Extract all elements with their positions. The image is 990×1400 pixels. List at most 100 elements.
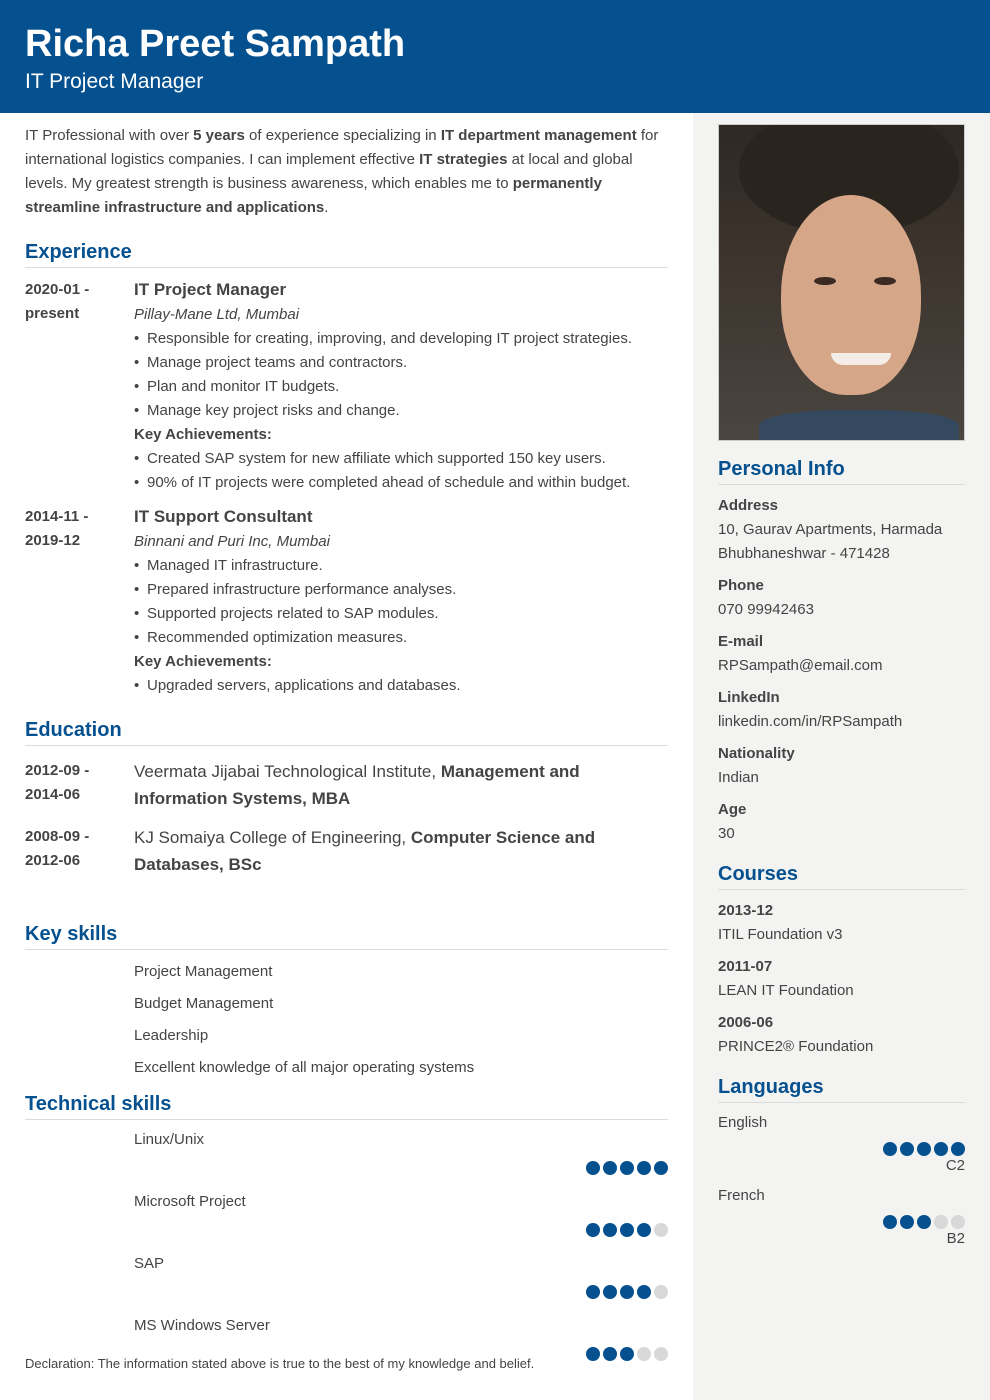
- job-title: IT Project Manager: [134, 280, 287, 299]
- technical-skill-name: Microsoft Project: [134, 1193, 246, 1210]
- education-list: 2012-09 - 2014-06 Veermata Jijabai Technol…: [25, 758, 668, 878]
- experience-heading: Experience: [25, 240, 668, 268]
- date-start: 2020-01 -: [25, 281, 90, 298]
- technical-skills-heading: Technical skills: [25, 1092, 668, 1120]
- technical-skill-item: Linux/Unix: [134, 1128, 668, 1175]
- date-end: present: [25, 305, 80, 322]
- key-achievements-label: Key Achievements:: [134, 653, 272, 670]
- photo-eye-left: [814, 277, 836, 285]
- info-label: LinkedIn: [718, 689, 780, 706]
- technical-skill-item: MS Windows Server: [134, 1314, 668, 1361]
- achievements-list: Created SAP system for new affiliate whi…: [134, 447, 668, 495]
- key-achievements-label: Key Achievements:: [134, 426, 272, 443]
- rating-dot-filled: [586, 1347, 600, 1361]
- rating-dot-filled: [603, 1161, 617, 1175]
- resume-header: Richa Preet Sampath IT Project Manager: [0, 0, 990, 113]
- courses-heading: Courses: [718, 862, 965, 890]
- date-start: 2008-09 -: [25, 828, 90, 845]
- summary-text: IT Professional with over: [25, 127, 194, 144]
- courses-list: 2013-12 ITIL Foundation v3 2011-07 LEAN IT …: [718, 899, 965, 1059]
- rating-dot-empty: [637, 1347, 651, 1361]
- responsibilities-list: Responsible for creating, improving, and…: [134, 327, 668, 423]
- course-date: 2011-07: [718, 958, 773, 975]
- responsibility-item: Plan and monitor IT budgets.: [134, 375, 668, 399]
- photo-smile: [831, 353, 891, 365]
- rating-dot-filled: [586, 1223, 600, 1237]
- candidate-title: IT Project Manager: [25, 70, 204, 93]
- date-start: 2012-09 -: [25, 762, 90, 779]
- rating-dot-filled: [654, 1161, 668, 1175]
- sidebar: Personal Info Address 10, Gaurav Apartmen…: [693, 113, 990, 1400]
- language-item: French B2: [718, 1184, 965, 1249]
- rating-dot-filled: [637, 1285, 651, 1299]
- responsibility-item: Managed IT infrastructure.: [134, 554, 668, 578]
- course-date: 2006-06: [718, 1014, 774, 1031]
- experience-entry: 2014-11 - 2019-12 IT Support Consultant Bin…: [25, 505, 668, 698]
- experience-body: IT Project Manager Pillay-Mane Ltd, Mumba…: [134, 278, 668, 495]
- key-skills-list: Project Management Budget Management Leade…: [25, 956, 668, 1084]
- achievement-item: Created SAP system for new affiliate whi…: [134, 447, 668, 471]
- experience-entry: 2020-01 - present IT Project Manager Pillay…: [25, 278, 668, 495]
- photo-eye-right: [874, 277, 896, 285]
- rating-dot-filled: [620, 1347, 634, 1361]
- date-end: 2012-06: [25, 852, 81, 869]
- languages-heading: Languages: [718, 1075, 965, 1103]
- company-name: Binnani and Puri Inc, Mumbai: [134, 533, 330, 550]
- responsibility-item: Prepared infrastructure performance anal…: [134, 578, 668, 602]
- language-name: French: [718, 1187, 765, 1204]
- education-dates: 2012-09 - 2014-06: [25, 758, 134, 812]
- date-end: 2019-12: [25, 532, 81, 549]
- course-name: LEAN IT Foundation: [718, 982, 854, 999]
- info-value: Bhubhaneshwar - 471428: [718, 545, 890, 562]
- technical-skill-name: Linux/Unix: [134, 1131, 205, 1148]
- rating-dot-filled: [586, 1161, 600, 1175]
- info-label: Address: [718, 497, 779, 514]
- info-value: RPSampath@email.com: [718, 657, 883, 674]
- info-label: Age: [718, 801, 747, 818]
- rating-dot-empty: [951, 1215, 965, 1229]
- rating-dot-filled: [637, 1223, 651, 1237]
- profile-summary: IT Professional with over 5 years of exp…: [25, 124, 668, 220]
- summary-highlight: IT strategies: [419, 151, 508, 168]
- info-value: linkedin.com/in/RPSampath: [718, 713, 903, 730]
- rating-dot-filled: [900, 1215, 914, 1229]
- rating-dot-empty: [654, 1285, 668, 1299]
- photo-shirt: [759, 410, 959, 440]
- summary-highlight: IT department management: [440, 127, 637, 144]
- profile-photo: [718, 124, 965, 441]
- experience-dates: 2020-01 - present: [25, 278, 134, 495]
- info-value: 30: [718, 825, 735, 842]
- experience-body: IT Support Consultant Binnani and Puri In…: [134, 505, 668, 698]
- company-name: Pillay-Mane Ltd, Mumbai: [134, 306, 300, 323]
- rating-dots: [718, 1142, 965, 1156]
- experience-list: 2020-01 - present IT Project Manager Pillay…: [25, 278, 668, 698]
- rating-dot-filled: [637, 1161, 651, 1175]
- languages-list: English C2 French B2: [718, 1111, 965, 1249]
- responsibilities-list: Managed IT infrastructure.Prepared infra…: [134, 554, 668, 650]
- education-body: Veermata Jijabai Technological Institute…: [134, 758, 668, 812]
- technical-skills-list: Linux/Unix Microsoft Project SAP MS Windows…: [25, 1128, 668, 1361]
- personal-info-heading: Personal Info: [718, 457, 965, 485]
- info-label: Phone: [718, 577, 764, 594]
- rating-dot-filled: [934, 1142, 948, 1156]
- photo-face: [781, 195, 921, 395]
- rating-dot-empty: [934, 1215, 948, 1229]
- rating-dot-empty: [654, 1223, 668, 1237]
- summary-highlight: 5 years: [193, 127, 245, 144]
- achievements-list: Upgraded servers, applications and datab…: [134, 674, 668, 698]
- education-heading: Education: [25, 718, 668, 746]
- education-entry: 2012-09 - 2014-06 Veermata Jijabai Technol…: [25, 758, 668, 812]
- key-skill-item: Excellent knowledge of all major operati…: [134, 1059, 475, 1076]
- language-name: English: [718, 1114, 768, 1131]
- rating-dot-filled: [603, 1285, 617, 1299]
- job-title: IT Support Consultant: [134, 507, 313, 526]
- course-name: ITIL Foundation v3: [718, 926, 843, 943]
- date-start: 2014-11 -: [25, 508, 89, 525]
- main-column: IT Professional with over 5 years of exp…: [25, 113, 668, 1376]
- rating-dot-filled: [620, 1161, 634, 1175]
- rating-dot-filled: [603, 1223, 617, 1237]
- key-skill-item: Project Management: [134, 963, 273, 980]
- responsibility-item: Manage project teams and contractors.: [134, 351, 668, 375]
- school-name: KJ Somaiya College of Engineering,: [134, 828, 411, 847]
- education-dates: 2008-09 - 2012-06: [25, 824, 134, 878]
